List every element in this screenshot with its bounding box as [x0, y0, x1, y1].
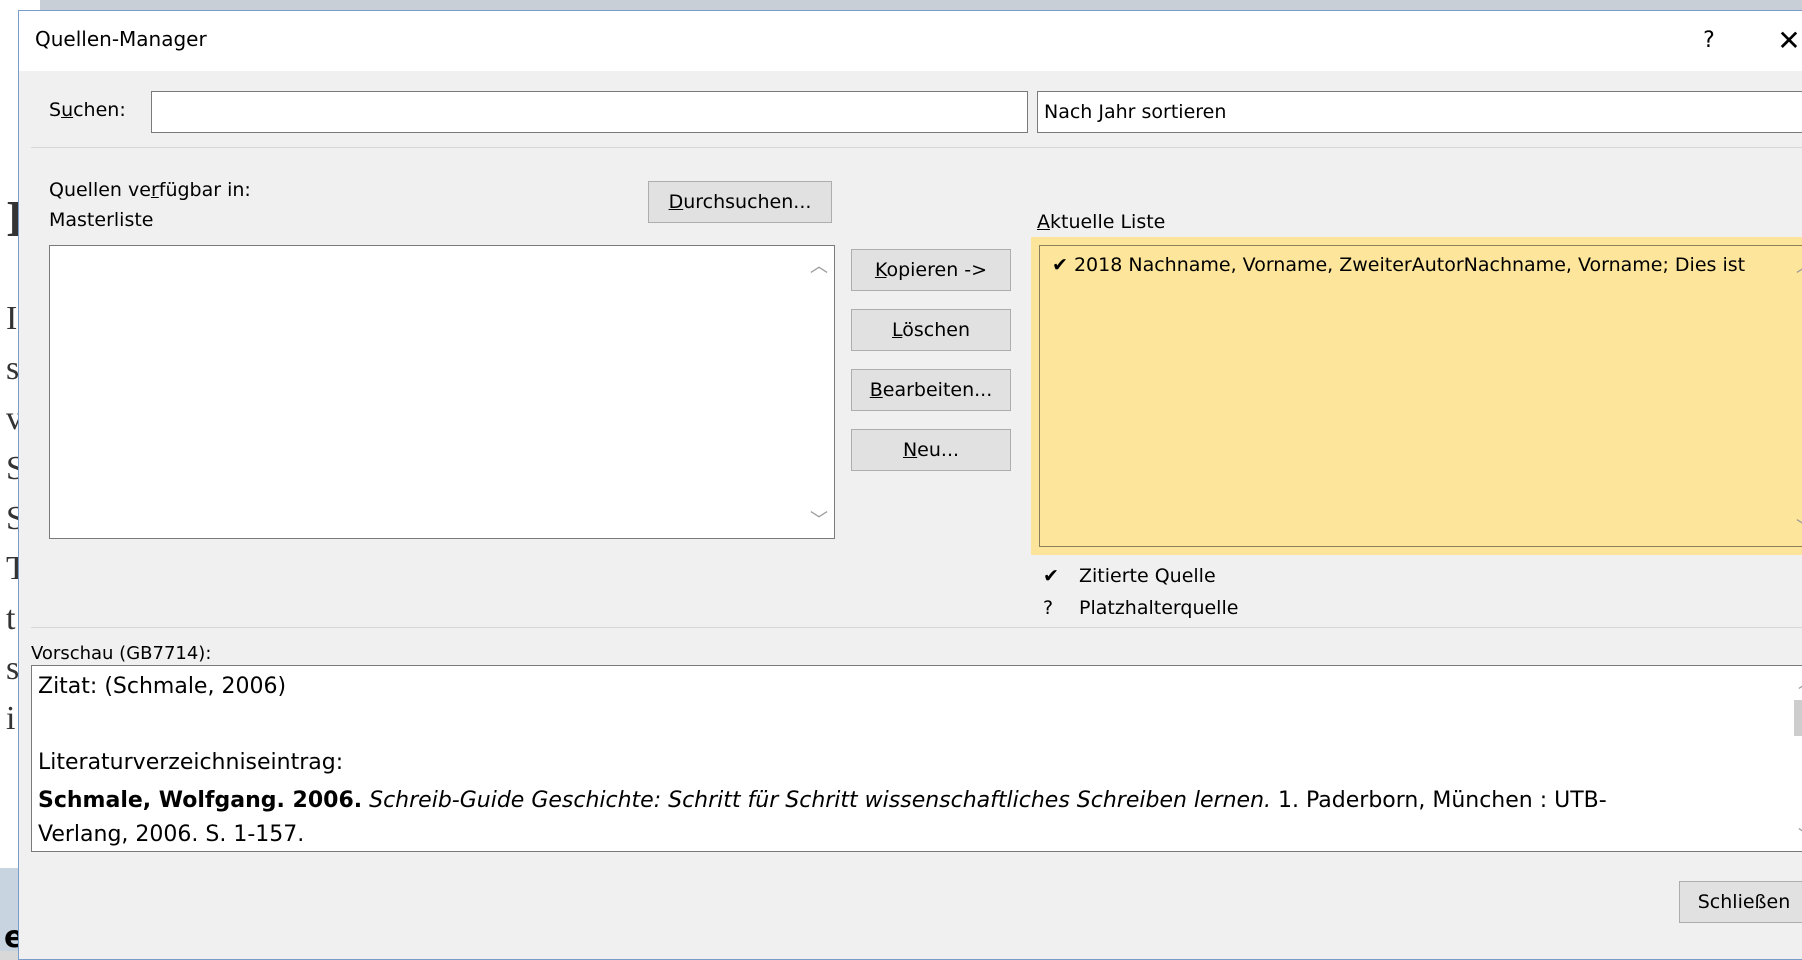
master-list[interactable]: ︿ ﹀ — [49, 245, 835, 539]
preview-bibliography-label: Literaturverzeichniseintrag: — [38, 750, 344, 775]
preview-box: Zitat: (Schmale, 2006) Literaturverzeich… — [31, 665, 1802, 852]
scroll-up-icon[interactable]: ︿ — [804, 252, 834, 278]
legend-cited: ✔ Zitierte Quelle — [1043, 565, 1216, 587]
legend-placeholder-text: Platzhalterquelle — [1079, 597, 1239, 619]
search-input[interactable] — [151, 91, 1028, 133]
browse-button[interactable]: Durchsuchen... — [648, 181, 832, 223]
help-button[interactable]: ? — [1689, 21, 1729, 61]
source-entry-text: 2018 Nachname, Vorname, ZweiterAutorNach… — [1073, 254, 1746, 276]
preview-bibliography-line2: Verlang, 2006. S. 1-157. — [38, 822, 305, 847]
bib-title: Schreib-Guide Geschichte: Schritt für Sc… — [369, 788, 1272, 813]
sources-available-accelerator: r — [150, 179, 159, 201]
copy-button-accelerator: K — [874, 259, 887, 281]
edit-button-accelerator: B — [869, 379, 883, 401]
cited-check-icon: ✔ — [1043, 565, 1059, 587]
placeholder-question-icon: ? — [1043, 597, 1054, 619]
scroll-down-icon[interactable]: ﹀ — [1794, 823, 1802, 849]
sources-available-text: Quellen ve — [49, 179, 151, 201]
search-label-text: chen: — [73, 99, 126, 121]
legend-cited-text: Zitierte Quelle — [1079, 565, 1216, 587]
sort-dropdown[interactable]: Nach Jahr sortieren — [1037, 91, 1802, 133]
new-button-label: eu... — [917, 439, 960, 461]
delete-button-label: öschen — [902, 319, 970, 341]
browse-button-label: urchsuchen... — [683, 191, 812, 213]
current-list-highlight: ✔ 2018 Nachname, Vorname, ZweiterAutorNa… — [1031, 237, 1802, 555]
background-text-letter: I — [6, 300, 18, 337]
delete-button-accelerator: L — [891, 319, 903, 341]
edit-button-label: earbeiten... — [882, 379, 993, 401]
background-text-letter: t — [6, 600, 16, 637]
new-button[interactable]: Neu... — [851, 429, 1011, 471]
search-label-text: S — [49, 99, 62, 121]
scroll-down-icon[interactable]: ﹀ — [1790, 514, 1802, 540]
preview-citation: Zitat: (Schmale, 2006) — [38, 674, 287, 699]
source-manager-dialog: Quellen-Manager ? ✕ Suchen: Nach Jahr so… — [18, 10, 1802, 960]
current-list-label: Aktuelle Liste — [1037, 211, 1165, 233]
bib-author-year: Schmale, Wolfgang. 2006. — [38, 788, 363, 813]
source-location-label: Masterliste — [49, 209, 154, 231]
copy-button[interactable]: Kopieren -> — [851, 249, 1011, 291]
delete-button[interactable]: Löschen — [851, 309, 1011, 351]
sources-available-text: fügbar in: — [158, 179, 251, 201]
scroll-thumb[interactable] — [1794, 700, 1802, 736]
current-list[interactable]: ✔ 2018 Nachname, Vorname, ZweiterAutorNa… — [1039, 245, 1802, 547]
background-text-letter: i — [6, 700, 16, 737]
list-item[interactable]: ✔ 2018 Nachname, Vorname, ZweiterAutorNa… — [1052, 254, 1745, 276]
search-label: Suchen: — [49, 99, 126, 121]
current-list-scrollbar[interactable]: ︿ ﹀ — [1790, 246, 1802, 546]
divider — [31, 627, 1802, 628]
search-label-accelerator: u — [61, 99, 74, 121]
scroll-down-icon[interactable]: ﹀ — [804, 506, 834, 532]
title-bar: Quellen-Manager ? ✕ — [19, 11, 1802, 71]
edit-button[interactable]: Bearbeiten... — [851, 369, 1011, 411]
master-list-scrollbar[interactable]: ︿ ﹀ — [804, 246, 834, 538]
preview-scrollbar[interactable]: ︿ ﹀ — [1794, 666, 1802, 851]
close-dialog-button[interactable]: Schließen — [1679, 881, 1802, 923]
cited-check-icon: ✔ — [1052, 254, 1068, 276]
close-icon[interactable]: ✕ — [1769, 21, 1802, 61]
scroll-up-icon[interactable]: ︿ — [1790, 252, 1802, 278]
browse-button-accelerator: D — [668, 191, 684, 213]
preview-label: Vorschau (GB7714): — [31, 643, 212, 664]
scroll-up-icon[interactable]: ︿ — [1794, 668, 1802, 694]
current-list-accelerator: A — [1037, 211, 1050, 233]
bib-publisher: 1. Paderborn, München : UTB- — [1278, 788, 1607, 813]
divider — [31, 147, 1802, 148]
copy-button-label: opieren -> — [886, 259, 988, 281]
new-button-accelerator: N — [902, 439, 918, 461]
legend-placeholder: ? Platzhalterquelle — [1043, 597, 1238, 619]
dialog-title: Quellen-Manager — [35, 27, 207, 51]
current-list-label-text: ktuelle Liste — [1050, 211, 1166, 233]
preview-bibliography-entry: Schmale, Wolfgang. 2006. Schreib-Guide G… — [38, 788, 1607, 813]
sort-dropdown-value: Nach Jahr sortieren — [1044, 101, 1227, 123]
sources-available-label: Quellen verfügbar in: — [49, 179, 251, 201]
background-app-strip — [0, 0, 1802, 10]
